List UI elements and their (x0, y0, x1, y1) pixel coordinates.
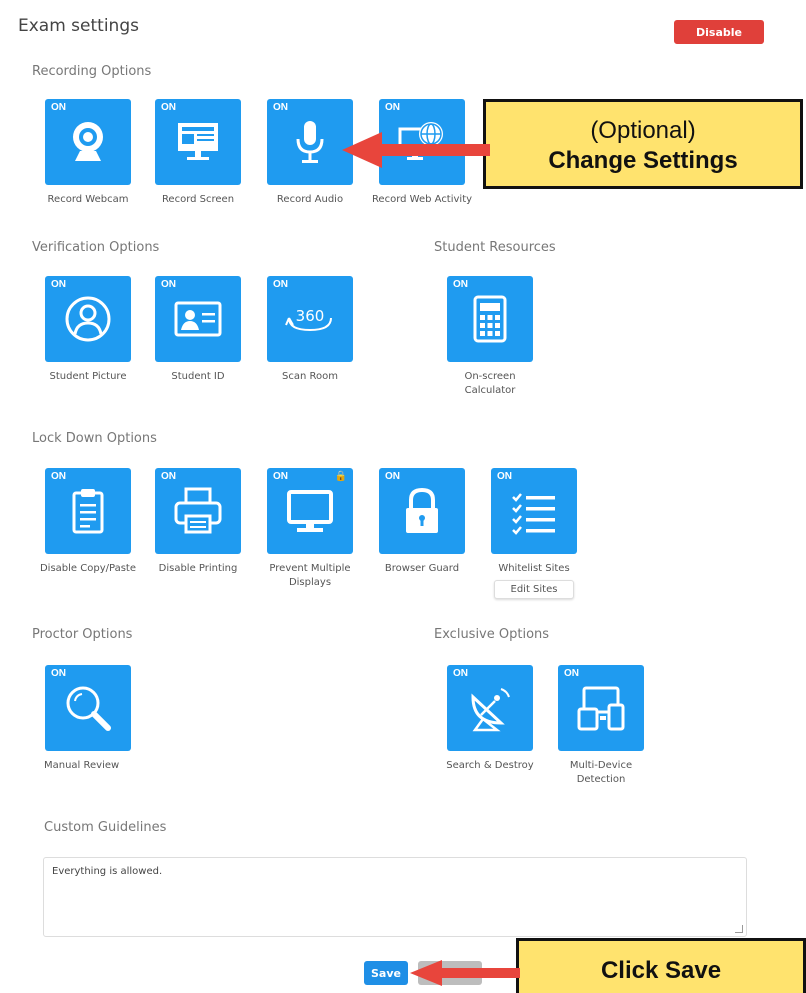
edit-sites-button[interactable]: Edit Sites (493, 580, 575, 599)
guidelines-text: Everything is allowed. (52, 866, 163, 877)
tile-manual-review[interactable]: ON Manual Review (18, 665, 158, 773)
page-title: Exam settings (18, 16, 139, 36)
tile-scan-room[interactable]: ON 360 Scan Room (240, 276, 380, 384)
id-card-icon (174, 301, 222, 337)
tile-multi-device-detection[interactable]: ON Multi-Device Detection (531, 665, 671, 787)
tile-label: Prevent Multiple Displays (269, 563, 351, 588)
tile-label: Whitelist Sites (498, 563, 570, 574)
tile-on-screen-calculator[interactable]: ON On-screen Calculator (420, 276, 560, 398)
status-badge: ON (161, 102, 176, 113)
status-badge: ON (51, 668, 66, 679)
resize-handle-icon[interactable] (735, 925, 743, 933)
360-icon: 360 (285, 307, 332, 332)
devices-icon (577, 686, 625, 731)
status-badge: ON (161, 471, 176, 482)
clipboard-icon (72, 489, 104, 534)
tile-box[interactable]: ON 🔒 (267, 468, 353, 554)
tile-box[interactable]: ON (447, 665, 533, 751)
tile-whitelist-sites[interactable]: ON Whitelist Sites Edit Sites (464, 468, 604, 599)
microphone-icon (296, 121, 324, 163)
section-student-resources: Student Resources (434, 240, 556, 255)
status-badge: ON (564, 668, 579, 679)
satellite-dish-icon (471, 688, 510, 732)
section-lock-down-options: Lock Down Options (32, 431, 157, 446)
printer-icon (174, 487, 222, 534)
status-badge: ON (51, 279, 66, 290)
tile-box[interactable]: ON (491, 468, 577, 554)
tile-box[interactable]: ON (155, 276, 241, 362)
status-badge: ON (273, 279, 288, 290)
tile-box[interactable]: ON (558, 665, 644, 751)
padlock-icon (406, 487, 438, 533)
custom-guidelines-label: Custom Guidelines (44, 820, 167, 835)
tile-box[interactable]: ON (45, 99, 131, 185)
tile-box[interactable]: ON (267, 99, 353, 185)
section-proctor-options: Proctor Options (32, 627, 133, 642)
callout-line2: Change Settings (548, 147, 738, 174)
callout-line1: (Optional) (590, 117, 696, 144)
tile-box[interactable]: ON (45, 468, 131, 554)
screen-icon (178, 123, 218, 160)
tile-label: Multi-Device Detection (569, 760, 633, 785)
status-badge: ON (273, 471, 288, 482)
webcam-icon (73, 122, 103, 161)
status-badge: ON (453, 279, 468, 290)
status-badge: ON (51, 102, 66, 113)
callout-click-save: Click Save (516, 938, 806, 993)
status-badge: ON (497, 471, 512, 482)
section-recording-options: Recording Options (32, 64, 152, 79)
tile-box[interactable]: ON 360 (267, 276, 353, 362)
cancel-button[interactable] (418, 961, 482, 985)
status-badge: ON (385, 471, 400, 482)
tile-box[interactable]: ON (45, 276, 131, 362)
tile-record-web-activity[interactable]: ON Record Web Activity (352, 99, 492, 207)
custom-guidelines-textarea[interactable]: Everything is allowed. (43, 857, 747, 937)
tile-label: On-screen Calculator (464, 371, 516, 396)
callout-change-settings: (Optional) Change Settings (483, 99, 803, 189)
section-verification-options: Verification Options (32, 240, 160, 255)
disable-button[interactable]: Disable (674, 20, 764, 44)
tile-box[interactable]: ON (45, 665, 131, 751)
status-badge: ON (385, 102, 400, 113)
globe-monitor-icon (398, 122, 443, 160)
tile-box[interactable]: ON (379, 468, 465, 554)
calculator-icon (473, 295, 507, 343)
lock-icon: 🔒 (334, 471, 347, 482)
tile-box[interactable]: ON (155, 468, 241, 554)
360-glyph: 360 (296, 307, 325, 325)
monitor-icon (287, 490, 333, 532)
checklist-icon (512, 493, 555, 535)
magnifier-icon (66, 686, 111, 731)
section-exclusive-options: Exclusive Options (434, 627, 550, 642)
tile-box[interactable]: ON (155, 99, 241, 185)
tile-box[interactable]: ON (447, 276, 533, 362)
tile-label: Manual Review (44, 760, 120, 771)
status-badge: ON (453, 668, 468, 679)
status-badge: ON (161, 279, 176, 290)
tile-box[interactable]: ON (379, 99, 465, 185)
save-button[interactable]: Save (364, 961, 408, 985)
user-icon (65, 296, 111, 342)
tile-label: Record Web Activity (371, 194, 473, 205)
status-badge: ON (273, 102, 288, 113)
status-badge: ON (51, 471, 66, 482)
tile-label: Scan Room (282, 371, 338, 382)
